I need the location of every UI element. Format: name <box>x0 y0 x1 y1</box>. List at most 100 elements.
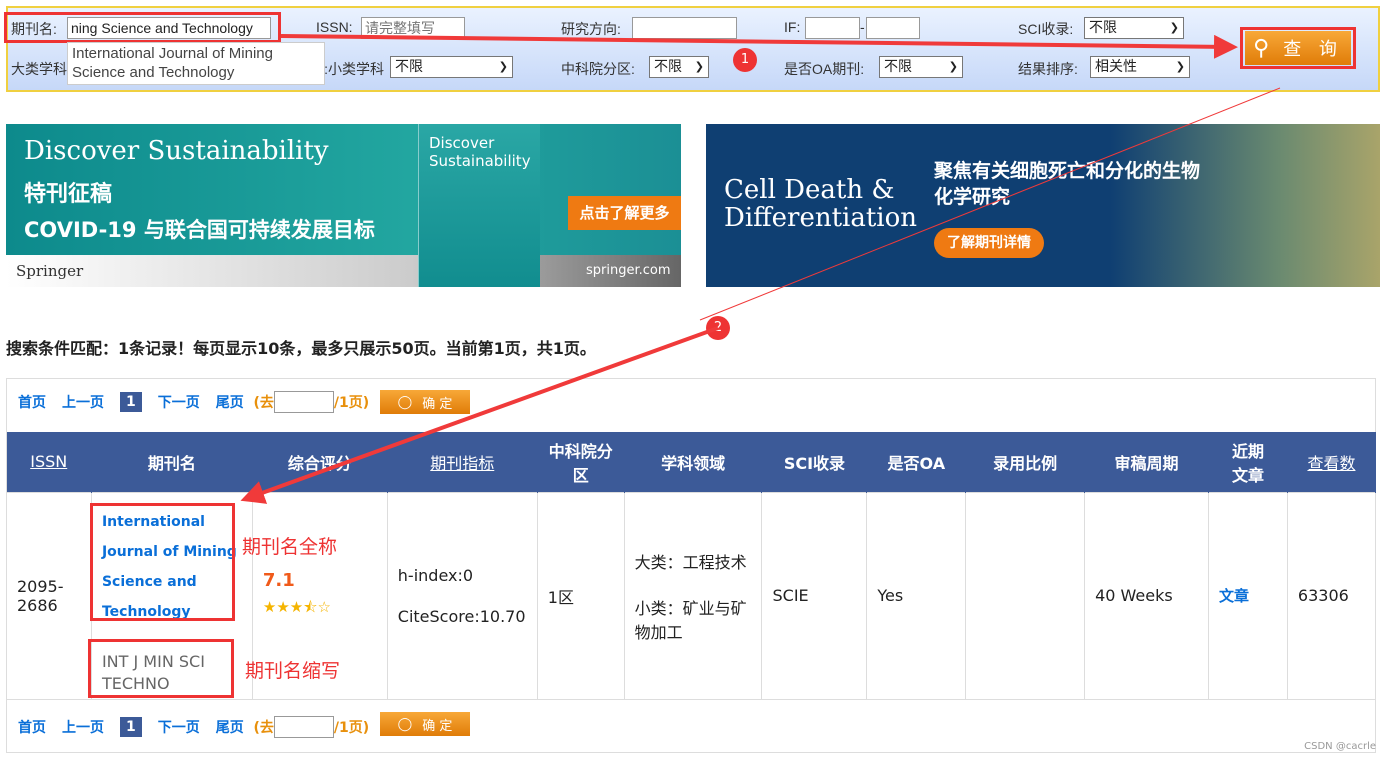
springer-site: springer.com <box>586 263 671 278</box>
cas-cell: 1区 <box>536 491 625 700</box>
journal-input[interactable]: ning Science and Technology <box>67 17 271 39</box>
journal-cover: Discover Sustainability <box>418 124 540 287</box>
metrics-cell: h-index:0 CiteScore:10.70 <box>386 491 538 700</box>
star-icon: ★ <box>289 597 304 616</box>
accept-cell <box>965 491 1086 700</box>
query-button[interactable]: ⚲ 查 询 <box>1245 31 1351 65</box>
banner-discover-sustainability[interactable]: Discover Sustainability 特刊征稿 COVID-19 与联… <box>6 124 681 287</box>
review-cell: 40 Weeks <box>1084 491 1209 700</box>
pager-first[interactable]: 首页 <box>18 717 46 737</box>
goto-suffix: /1页) <box>333 395 370 411</box>
oa-label: 是否OA期刊: <box>784 61 865 77</box>
col-articles: 近期文章 <box>1208 432 1288 492</box>
banner-journal: Cell Death & Differentiation <box>724 175 918 233</box>
field-cell: 大类：工程技术小类：矿业与矿物加工 <box>623 491 763 700</box>
if-max-input[interactable] <box>866 17 920 39</box>
col-review: 审稿周期 <box>1084 432 1209 492</box>
goto-ok-button[interactable]: ◯ 确 定 <box>380 712 470 736</box>
pager-last[interactable]: 尾页 <box>216 717 244 737</box>
score-value: 7.1 <box>262 569 295 591</box>
pager-bottom: 首页 上一页 1 下一页 尾页 (去/1页) <box>18 716 369 738</box>
sci-value: 不限 <box>1089 20 1117 36</box>
learn-more-button[interactable]: 点击了解更多 <box>568 196 681 230</box>
views-cell: 63306 <box>1286 491 1377 700</box>
chevron-down-icon: ❯ <box>1175 60 1185 73</box>
if-label: IF: <box>784 19 801 35</box>
star-icon: ⯪ <box>303 597 318 616</box>
result-summary: 搜索条件匹配：1条记录！每页显示10条，最多只展示50页。当前第1页，共1页。 <box>6 339 596 358</box>
pager-top: 首页 上一页 1 下一页 尾页 (去/1页) <box>18 391 369 413</box>
step-1-badge: 1 <box>733 48 757 72</box>
autocomplete-suggestion[interactable]: International Journal of Mining Science … <box>67 42 325 85</box>
journal-details-button[interactable]: 了解期刊详情 <box>934 228 1044 258</box>
sort-value: 相关性 <box>1095 59 1137 75</box>
h-index: h-index:0 <box>397 565 474 585</box>
direction-label: 研究方向: <box>561 21 621 37</box>
col-issn[interactable]: ISSN <box>6 432 92 492</box>
springer-logo: Springer <box>16 262 84 280</box>
full-name-annotation: 期刊名全称 <box>242 536 338 558</box>
col-oa: 是否OA <box>866 432 967 492</box>
oa-select[interactable]: 不限 ❯ <box>879 56 963 78</box>
col-metrics[interactable]: 期刊指标 <box>387 432 538 492</box>
citescore: CiteScore:10.70 <box>397 606 526 626</box>
chevron-down-icon: ❯ <box>1169 21 1179 34</box>
sci-label: SCI收录: <box>1018 21 1074 37</box>
cas-select[interactable]: 不限 ❯ <box>649 56 709 78</box>
major-label: 大类学科 <box>11 61 67 77</box>
issn-label: ISSN: <box>316 19 353 35</box>
sort-select[interactable]: 相关性 ❯ <box>1090 56 1190 78</box>
highlight-full-name <box>90 503 235 621</box>
abbr-annotation: 期刊名缩写 <box>245 660 341 682</box>
goto-suffix: /1页) <box>333 720 370 736</box>
goto-prefix: (去 <box>253 395 274 411</box>
issn-input[interactable] <box>361 17 465 39</box>
col-name: 期刊名 <box>91 432 253 492</box>
journal-label: 期刊名: <box>11 21 57 37</box>
pager-current[interactable]: 1 <box>120 392 142 412</box>
pager-first[interactable]: 首页 <box>18 392 46 412</box>
pager-last[interactable]: 尾页 <box>216 392 244 412</box>
minor-field: 小类：矿业与矿物加工 <box>634 598 747 642</box>
circle-icon: ◯ <box>397 394 413 410</box>
if-min-input[interactable] <box>805 17 860 39</box>
pager-prev[interactable]: 上一页 <box>62 717 104 737</box>
cas-value: 不限 <box>654 59 682 75</box>
pager-prev[interactable]: 上一页 <box>62 392 104 412</box>
search-icon: ⚲ <box>1253 35 1270 61</box>
star-rating: ★★★⯪☆ <box>263 597 377 622</box>
if-separator: - <box>860 19 865 35</box>
sci-cell: SCIE <box>761 491 868 700</box>
oa-value: 不限 <box>884 59 912 75</box>
minor-label: 小类学科: <box>324 61 384 77</box>
banner-cell-death[interactable]: Cell Death & Differentiation 聚焦有关细胞死亡和分化… <box>706 124 1380 287</box>
direction-input[interactable] <box>632 17 737 39</box>
banner-line3: COVID-19 与联合国可持续发展目标 <box>24 218 375 242</box>
oa-cell: Yes <box>866 491 967 700</box>
pager-next[interactable]: 下一页 <box>158 717 200 737</box>
query-label: 查 询 <box>1283 39 1343 60</box>
ok-label: 确 定 <box>422 396 453 412</box>
pager-next[interactable]: 下一页 <box>158 392 200 412</box>
col-views[interactable]: 查看数 <box>1287 432 1377 492</box>
banner-footer <box>6 255 681 287</box>
minor-select[interactable]: 不限 ❯ <box>390 56 513 78</box>
cas-label: 中科院分区: <box>561 61 635 77</box>
ok-label: 确 定 <box>422 718 453 734</box>
chevron-down-icon: ❯ <box>498 60 508 73</box>
star-icon: ★ <box>276 597 290 616</box>
major-field: 大类：工程技术 <box>634 552 747 572</box>
col-score: 综合评分 <box>252 432 388 492</box>
articles-link[interactable]: 文章 <box>1219 587 1249 605</box>
col-cas: 中科院分区 <box>537 432 625 492</box>
goto-page-input[interactable] <box>273 391 334 413</box>
goto-page-input[interactable] <box>273 716 334 738</box>
pager-current[interactable]: 1 <box>120 717 142 737</box>
cover-title: Discover Sustainability <box>429 134 531 170</box>
sci-select[interactable]: 不限 ❯ <box>1084 17 1184 39</box>
col-sci: SCI收录 <box>761 432 868 492</box>
goto-ok-button[interactable]: ◯ 确 定 <box>380 390 470 414</box>
star-icon: ★ <box>262 597 277 616</box>
col-field: 学科领域 <box>624 432 763 492</box>
banner-title: Discover Sustainability <box>24 136 329 166</box>
